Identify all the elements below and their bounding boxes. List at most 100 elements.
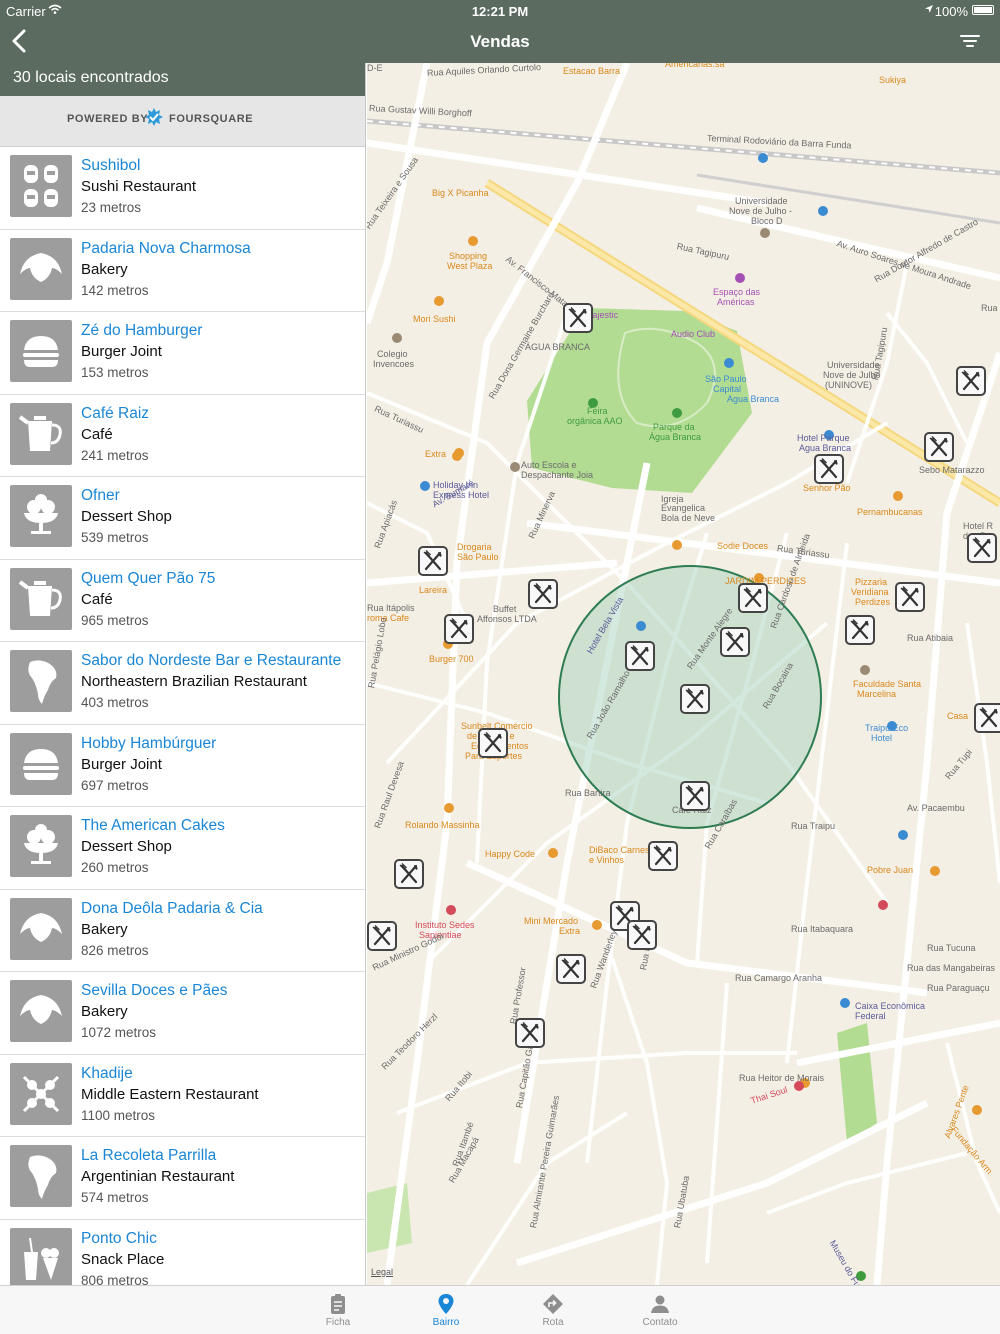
venue-list: Sushibol Sushi Restaurant 23 metros Padaria…: [0, 147, 365, 1285]
map-label: Pizzaria: [855, 577, 888, 587]
venue-distance: 697 metros: [81, 777, 149, 793]
map-label: ÁGUA BRANCA: [525, 342, 591, 352]
venue-list-item[interactable]: Padaria Nova Charmosa Bakery 142 metros: [0, 230, 365, 312]
map-label: Rua Heitor de Morais: [739, 1073, 825, 1083]
venue-list-item[interactable]: Ofner Dessert Shop 539 metros: [0, 477, 365, 560]
restaurant-pin[interactable]: [478, 728, 508, 758]
venue-list-panel: 30 locais encontrados POWERED BY FOURSQU…: [0, 63, 366, 1285]
venue-name[interactable]: Quem Quer Pão 75: [81, 570, 215, 588]
tab-rota[interactable]: Rota: [508, 1286, 598, 1334]
map-label: West Plaza: [447, 261, 493, 271]
venue-list-item[interactable]: Dona Deôla Padaria & Cia Bakery 826 metros: [0, 890, 365, 972]
venue-list-item[interactable]: Zé do Hamburger Burger Joint 153 metros: [0, 312, 365, 395]
restaurant-pin[interactable]: [394, 859, 424, 889]
cutlery-icon: [630, 645, 649, 666]
map-label: orgânica AAO: [567, 416, 623, 426]
venue-name[interactable]: The American Cakes: [81, 817, 225, 835]
map-label: São Paulo: [705, 374, 747, 384]
venue-list-item[interactable]: Sushibol Sushi Restaurant 23 metros: [0, 147, 365, 230]
restaurant-pin[interactable]: [974, 703, 1000, 733]
venue-list-item[interactable]: Quem Quer Pão 75 Café 965 metros: [0, 560, 365, 642]
legal-link[interactable]: Legal: [371, 1267, 393, 1277]
map-label: Extra: [425, 449, 447, 459]
tab-ficha[interactable]: Ficha: [293, 1286, 383, 1334]
venue-name[interactable]: Ofner: [81, 487, 120, 505]
venue-name[interactable]: Café Raiz: [81, 405, 149, 423]
powered-by-label: POWERED BY: [67, 113, 149, 125]
venue-category: Café: [81, 425, 113, 443]
venue-name[interactable]: Khadije: [81, 1065, 133, 1083]
map-label: Colegio: [377, 349, 408, 359]
restaurant-pin[interactable]: [924, 432, 954, 462]
kebab-icon: [10, 1062, 72, 1125]
map-view[interactable]: Rua Aquiles Orlando Curtolo Estacao Barra…: [367, 63, 1000, 1285]
venue-list-item[interactable]: Sevilla Doces e Pães Bakery 1072 metros: [0, 972, 365, 1055]
restaurant-pin[interactable]: [680, 781, 710, 811]
venue-name[interactable]: Hobby Hambúrguer: [81, 735, 216, 753]
map-label: Caixa Econômica: [855, 1001, 926, 1011]
restaurant-pin[interactable]: [515, 1018, 545, 1048]
venue-name[interactable]: Sabor do Nordeste Bar e Restaurante: [81, 652, 341, 670]
map-label: Bola de Neve: [661, 513, 716, 523]
restaurant-pin[interactable]: [956, 366, 986, 396]
restaurant-pin[interactable]: [738, 583, 768, 613]
restaurant-pin[interactable]: [967, 533, 997, 563]
venue-name[interactable]: Zé do Hamburger: [81, 322, 202, 340]
map-label: Rua Frei Vicente: [981, 303, 1000, 313]
venue-list-item[interactable]: La Recoleta Parrilla Argentinian Restaura…: [0, 1137, 365, 1220]
page-title: Vendas: [470, 32, 530, 51]
map-label: Despachante Joia: [521, 470, 594, 480]
restaurant-pin[interactable]: [845, 615, 875, 645]
map-label: Big X Picanha: [432, 188, 489, 198]
tab-bairro-label: Bairro: [432, 1317, 460, 1328]
venue-distance: 142 metros: [81, 282, 149, 298]
tab-contato[interactable]: Contato: [615, 1286, 705, 1334]
restaurant-pin[interactable]: [528, 579, 558, 609]
restaurant-pin[interactable]: [418, 546, 448, 576]
croissant-icon: [10, 980, 72, 1042]
venue-name[interactable]: Sushibol: [81, 157, 140, 175]
restaurant-pin[interactable]: [563, 303, 593, 333]
restaurant-pin[interactable]: [814, 454, 844, 484]
clipboard-icon: [331, 1294, 345, 1314]
venue-list-item[interactable]: Hobby Hambúrguer Burger Joint 697 metros: [0, 725, 365, 807]
restaurant-pin[interactable]: [720, 627, 750, 657]
restaurant-pin[interactable]: [627, 920, 657, 950]
venue-list-item[interactable]: Sabor do Nordeste Bar e Restaurante North…: [0, 642, 365, 725]
restaurant-pin[interactable]: [444, 614, 474, 644]
venue-list-item[interactable]: Ponto Chic Snack Place 806 metros: [0, 1220, 365, 1285]
map-label: Americanas.sa: [665, 63, 725, 69]
status-bar: Carrier 12:21 PM 100%: [0, 0, 1000, 22]
filter-icon[interactable]: [958, 30, 982, 52]
venue-category: Middle Eastern Restaurant: [81, 1085, 259, 1103]
restaurant-pin[interactable]: [625, 641, 655, 671]
venue-category: Snack Place: [81, 1250, 165, 1268]
venue-name[interactable]: Dona Deôla Padaria & Cia: [81, 900, 263, 918]
restaurant-pin[interactable]: [367, 921, 397, 951]
venue-name[interactable]: La Recoleta Parrilla: [81, 1147, 216, 1165]
map-label: Buffet: [493, 604, 517, 614]
restaurant-pin[interactable]: [556, 954, 586, 984]
tab-bairro[interactable]: Bairro: [401, 1286, 491, 1334]
venue-name[interactable]: Sevilla Doces e Pães: [81, 982, 227, 1000]
map-label: Bloco D: [751, 216, 783, 226]
map-label: Américas: [717, 297, 755, 307]
venue-category: Burger Joint: [81, 343, 162, 360]
venue-name[interactable]: Ponto Chic: [81, 1230, 157, 1248]
venue-list-item[interactable]: The American Cakes Dessert Shop 260 metros: [0, 807, 365, 890]
restaurant-pin[interactable]: [895, 582, 925, 612]
croissant-icon: [10, 897, 72, 960]
map-label: Burger 700: [429, 654, 474, 664]
venue-list-item[interactable]: Khadije Middle Eastern Restaurant 1100 met…: [0, 1055, 365, 1137]
restaurant-pin[interactable]: [648, 841, 678, 871]
map-label: Traipu Eco: [865, 723, 909, 733]
venue-name[interactable]: Padaria Nova Charmosa: [81, 240, 251, 258]
cutlery-icon: [372, 925, 391, 946]
map-label: Auto Escola e: [521, 460, 577, 470]
restaurant-pin[interactable]: [680, 684, 710, 714]
cutlery-icon: [900, 586, 919, 607]
venue-distance: 1100 metros: [81, 1107, 156, 1123]
cutlery-icon: [568, 307, 587, 328]
map-label: São Paulo: [457, 552, 499, 562]
venue-list-item[interactable]: Café Raiz Café 241 metros: [0, 395, 365, 477]
